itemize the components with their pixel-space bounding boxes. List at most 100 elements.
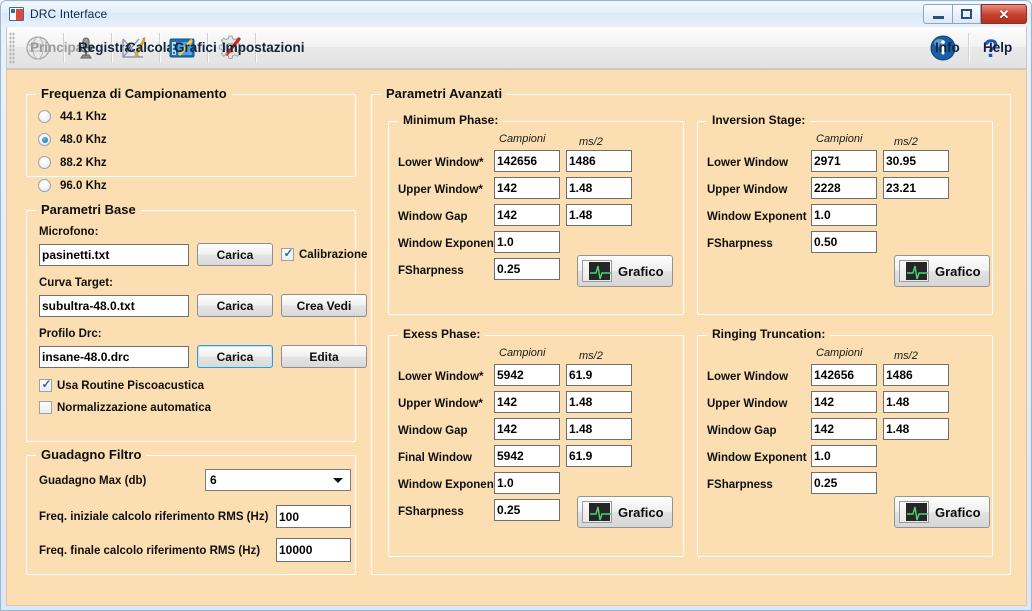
input-ep-2-ms[interactable]: 1.48	[566, 418, 632, 440]
group-base-parameters: Parametri Base Microfono: pasinetti.txt …	[26, 202, 367, 442]
microphone-load-button[interactable]: Carica	[197, 243, 273, 266]
row-label-rt-2: Window Gap	[707, 425, 777, 437]
target-curve-load-button[interactable]: Carica	[197, 294, 273, 317]
toolbar-button-principale[interactable]: Principale	[17, 29, 95, 67]
psychoacoustic-routine-label: Usa Routine Piscoacustica	[57, 380, 204, 392]
input-ep-3-samples[interactable]: 5942	[494, 445, 560, 467]
radio-label-48-0-khz: 48.0 Khz	[60, 134, 107, 146]
input-rt-1-samples[interactable]: 142	[811, 391, 877, 413]
input-is-0-samples[interactable]: 2971	[811, 150, 877, 172]
input-mp-0-ms[interactable]: 1486	[566, 150, 632, 172]
row-label-is-1: Upper Window	[707, 184, 788, 196]
row-label-mp-2: Window Gap	[398, 211, 468, 223]
input-is-2-samples[interactable]: 1.0	[811, 204, 877, 226]
input-mp-1-ms[interactable]: 1.48	[566, 177, 632, 199]
input-rt-1-ms[interactable]: 1.48	[883, 391, 949, 413]
group-advanced-parameters: Parametri Avanzati Minimum Phase: Campio…	[371, 86, 1011, 575]
graph-button-exess-phase[interactable]: Grafico	[577, 496, 673, 528]
calibration-checkbox[interactable]	[281, 247, 294, 261]
input-ep-5-samples[interactable]: 0.25	[494, 499, 560, 521]
row-label-rt-4: FSharpness	[707, 479, 773, 491]
toolbar-button-registra[interactable]: Registra	[65, 29, 132, 67]
waveform-icon	[899, 501, 929, 523]
input-ep-0-ms[interactable]: 61.9	[566, 364, 632, 386]
col-header-samples-mp: Campioni	[499, 133, 546, 145]
input-ep-2-samples[interactable]: 142	[494, 418, 560, 440]
group-title-ringing-truncation: Ringing Truncation:	[707, 327, 831, 341]
target-curve-input[interactable]: subultra-48.0.txt	[39, 295, 189, 317]
row-label-ep-3: Final Window	[398, 452, 472, 464]
radio-48-0-khz[interactable]	[38, 133, 51, 146]
graph-button-label-is: Grafico	[935, 263, 981, 279]
input-rt-4-samples[interactable]: 0.25	[811, 472, 877, 494]
radio-88-2-khz[interactable]	[38, 156, 51, 169]
input-ep-1-ms[interactable]: 1.48	[566, 391, 632, 413]
input-mp-1-samples[interactable]: 142	[494, 177, 560, 199]
auto-normalization-checkbox[interactable]	[39, 401, 52, 414]
input-rt-3-samples[interactable]: 1.0	[811, 445, 877, 467]
minimize-button[interactable]	[923, 4, 952, 24]
radio-96-0-khz[interactable]	[38, 179, 51, 192]
group-title-exess-phase: Exess Phase:	[398, 327, 486, 341]
input-is-0-ms[interactable]: 30.95	[883, 150, 949, 172]
col-header-ms-is: ms/2	[894, 136, 918, 148]
input-rt-0-samples[interactable]: 142656	[811, 364, 877, 386]
input-ep-4-samples[interactable]: 1.0	[494, 472, 560, 494]
close-button[interactable]: ✕	[981, 4, 1027, 24]
auto-normalization-label: Normalizzazione automatica	[57, 402, 212, 414]
max-gain-value: 6	[210, 473, 217, 487]
input-rt-0-ms[interactable]: 1486	[883, 364, 949, 386]
row-label-mp-1: Upper Window*	[398, 184, 483, 196]
toolbar-grip[interactable]	[9, 31, 15, 64]
group-title-advanced-parameters: Parametri Avanzati	[381, 86, 508, 101]
input-mp-2-samples[interactable]: 142	[494, 204, 560, 226]
client-area: Frequenza di Campionamento 44.1 Khz 48.0…	[6, 69, 1027, 606]
toolbar-button-calcola[interactable]: Calcola	[113, 29, 174, 67]
radio-44-1-khz[interactable]	[38, 110, 51, 123]
row-label-rt-1: Upper Window	[707, 398, 788, 410]
input-ep-3-ms[interactable]: 61.9	[566, 445, 632, 467]
input-rt-2-ms[interactable]: 1.48	[883, 418, 949, 440]
input-is-1-samples[interactable]: 2228	[811, 177, 877, 199]
toolbar-label-grafici: Grafici	[174, 40, 217, 55]
group-exess-phase: Exess Phase: Campioni ms/2 Lower Window*…	[388, 327, 684, 557]
drc-profile-edit-button[interactable]: Edita	[281, 345, 367, 368]
input-ep-0-samples[interactable]: 5942	[494, 364, 560, 386]
toolbar-button-info[interactable]: Info	[922, 29, 968, 67]
microphone-label: Microfono:	[39, 226, 99, 238]
col-header-samples-is: Campioni	[816, 133, 863, 145]
graph-button-label-mp: Grafico	[618, 263, 664, 279]
group-title-base-parameters: Parametri Base	[36, 202, 141, 217]
toolbar-button-help[interactable]: ? Help	[970, 29, 1016, 67]
group-minimum-phase: Minimum Phase: Campioni ms/2 Lower Windo…	[388, 113, 684, 315]
microphone-input[interactable]: pasinetti.txt	[39, 244, 189, 266]
input-mp-0-samples[interactable]: 142656	[494, 150, 560, 172]
drc-profile-input[interactable]: insane-48.0.drc	[39, 346, 189, 368]
row-label-is-0: Lower Window	[707, 157, 789, 169]
toolbar-button-grafici[interactable]: Grafici	[161, 29, 217, 67]
input-mp-2-ms[interactable]: 1.48	[566, 204, 632, 226]
psychoacoustic-routine-checkbox[interactable]	[39, 378, 52, 392]
maximize-button[interactable]	[952, 4, 981, 24]
target-curve-create-button[interactable]: Crea Vedi	[281, 294, 367, 317]
radio-label-88-2-khz: 88.2 Khz	[60, 157, 107, 169]
graph-button-inversion-stage[interactable]: Grafico	[894, 255, 990, 287]
graph-button-minimum-phase[interactable]: Grafico	[577, 255, 673, 287]
drc-profile-load-button[interactable]: Carica	[197, 345, 273, 368]
input-mp-3-samples[interactable]: 1.0	[494, 231, 560, 253]
toolbar-label-impostazioni: Impostazioni	[222, 40, 305, 55]
rms-start-input[interactable]: 100	[276, 505, 351, 528]
input-is-1-ms[interactable]: 23.21	[883, 177, 949, 199]
row-label-ep-0: Lower Window*	[398, 371, 484, 383]
rms-end-input[interactable]: 10000	[276, 538, 351, 562]
max-gain-select[interactable]: 6	[205, 469, 351, 491]
graph-button-ringing-truncation[interactable]: Grafico	[894, 496, 990, 528]
input-rt-2-samples[interactable]: 142	[811, 418, 877, 440]
toolbar-button-impostazioni[interactable]: Impostazioni	[209, 29, 305, 67]
input-mp-4-samples[interactable]: 0.25	[494, 258, 560, 280]
input-is-3-samples[interactable]: 0.50	[811, 231, 877, 253]
target-curve-label: Curva Target:	[39, 277, 113, 289]
col-header-ms-mp: ms/2	[579, 136, 603, 148]
input-ep-1-samples[interactable]: 142	[494, 391, 560, 413]
group-sampling-frequency: Frequenza di Campionamento 44.1 Khz 48.0…	[26, 86, 356, 192]
